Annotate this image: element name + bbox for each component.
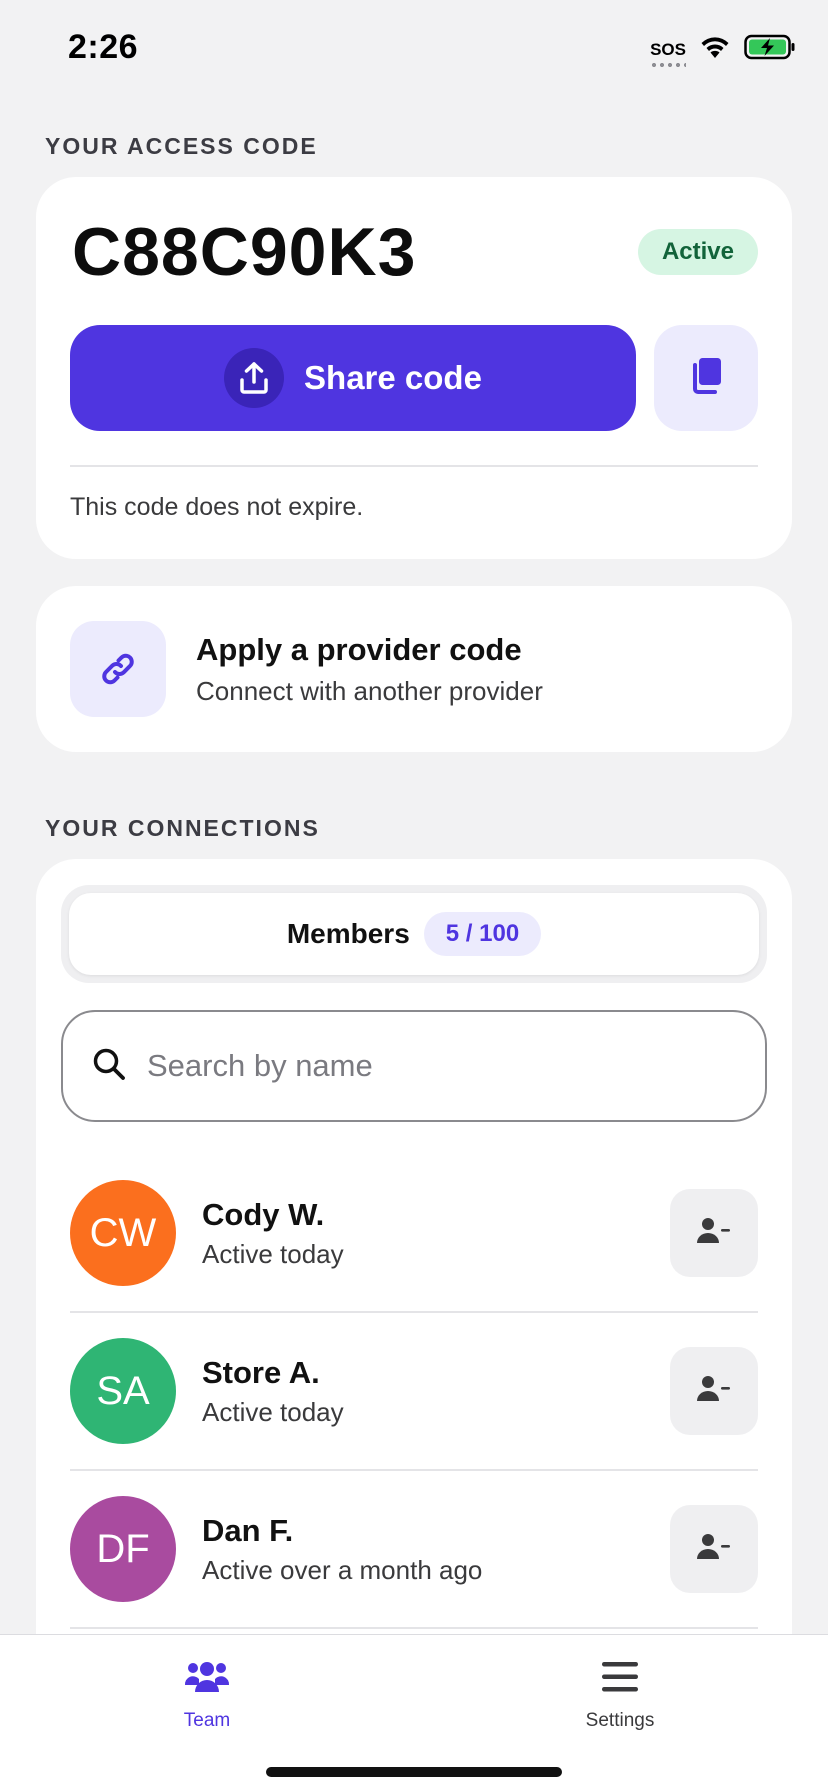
segment-members[interactable]: Members 5 / 100 (69, 893, 759, 975)
remove-user-icon (697, 1532, 731, 1567)
provider-title: Apply a provider code (196, 631, 522, 667)
member-name: Cody W. (202, 1196, 325, 1232)
tab-team-label: Team (183, 1710, 231, 1731)
home-indicator (266, 1767, 562, 1777)
copy-icon (688, 356, 724, 401)
access-code-section-label: YOUR ACCESS CODE (45, 133, 318, 159)
member-list: CW Cody W. Active today SA Store A. Acti… (70, 1155, 758, 1629)
member-row[interactable]: CW Cody W. Active today (70, 1155, 758, 1313)
remove-member-button[interactable] (670, 1347, 758, 1435)
segmented-control: Members 5 / 100 (61, 885, 767, 983)
status-time: 2:26 (68, 28, 139, 66)
member-name: Store A. (202, 1354, 320, 1390)
access-code-card: C88C90K3 Active Share code This code doe… (36, 177, 792, 559)
member-name: Dan F. (202, 1512, 294, 1548)
remove-member-button[interactable] (670, 1189, 758, 1277)
share-code-button[interactable]: Share code (70, 325, 636, 431)
link-icon (70, 621, 166, 717)
avatar: CW (70, 1180, 176, 1286)
member-status: Active today (202, 1396, 344, 1427)
avatar: DF (70, 1496, 176, 1602)
status-badge: Active (637, 229, 758, 275)
menu-icon (600, 1659, 640, 1700)
member-row[interactable]: SA Store A. Active today (70, 1313, 758, 1471)
connections-section-label: YOUR CONNECTIONS (45, 815, 320, 841)
sos-indicator: SOS (650, 39, 686, 67)
member-status: Active today (202, 1238, 344, 1269)
connections-card: Members 5 / 100 CW Cody W. Active today (36, 859, 792, 1759)
access-code: C88C90K3 (72, 214, 417, 290)
tab-settings-label: Settings (585, 1710, 655, 1731)
search-icon (91, 1046, 127, 1087)
expire-note: This code does not expire. (70, 493, 364, 521)
member-info: Cody W. Active today (202, 1197, 670, 1270)
member-row[interactable]: DF Dan F. Active over a month ago (70, 1471, 758, 1629)
tab-team[interactable]: Team (127, 1659, 287, 1732)
tab-settings[interactable]: Settings (540, 1659, 700, 1732)
remove-member-button[interactable] (670, 1505, 758, 1593)
share-code-label: Share code (304, 359, 482, 396)
search-input[interactable] (147, 1048, 707, 1084)
segment-members-label: Members (286, 918, 410, 949)
wifi-icon (698, 34, 732, 65)
member-info: Store A. Active today (202, 1355, 670, 1428)
members-count-badge: 5 / 100 (423, 912, 542, 956)
copy-code-button[interactable] (654, 325, 758, 431)
team-icon (184, 1659, 230, 1700)
remove-user-icon (697, 1216, 731, 1251)
member-info: Dan F. Active over a month ago (202, 1513, 670, 1586)
provider-text: Apply a provider code Connect with anoth… (196, 632, 543, 707)
battery-charging-icon (744, 34, 796, 65)
apply-provider-code-card[interactable]: Apply a provider code Connect with anoth… (36, 586, 792, 752)
remove-user-icon (697, 1374, 731, 1409)
status-bar: 2:26 SOS (0, 0, 828, 100)
divider (70, 465, 758, 467)
upload-icon (224, 348, 285, 408)
avatar: SA (70, 1338, 176, 1444)
search-bar[interactable] (61, 1010, 767, 1122)
member-status: Active over a month ago (202, 1554, 483, 1585)
provider-subtitle: Connect with another provider (196, 675, 543, 706)
status-icons: SOS (650, 34, 796, 67)
